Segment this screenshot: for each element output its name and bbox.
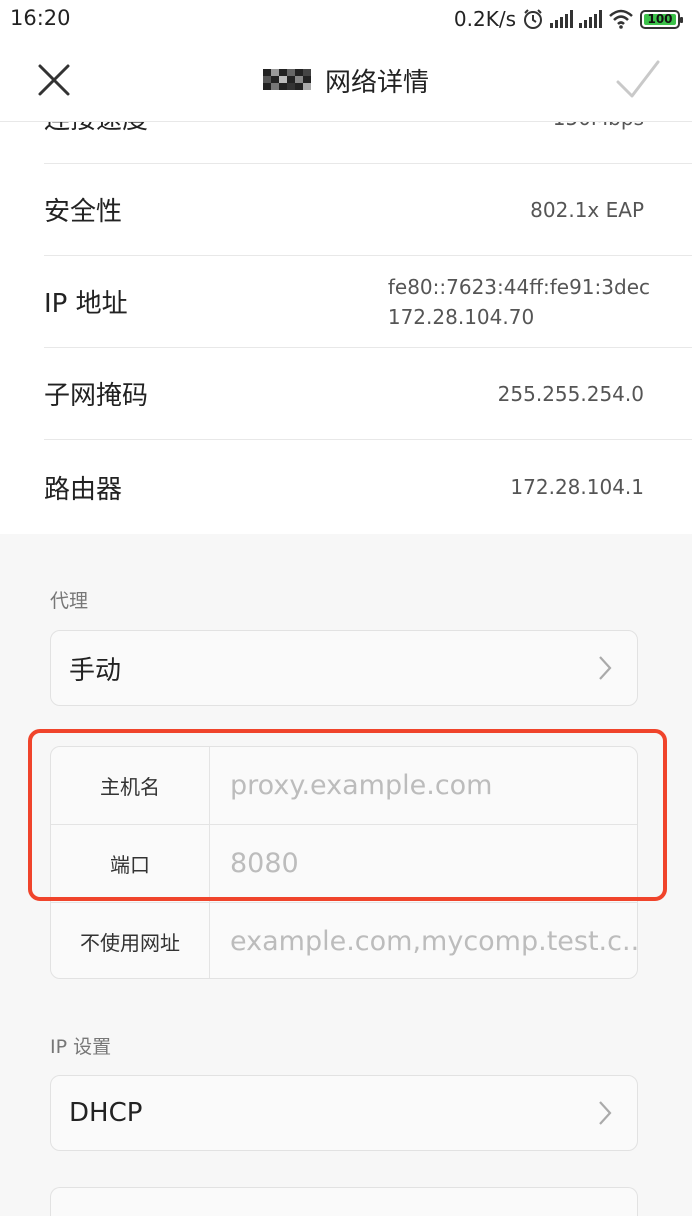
title-bar: 网络详情 (0, 38, 692, 122)
network-speed: 0.2K/s (453, 7, 516, 31)
battery-icon: 100 (640, 9, 683, 29)
detail-value: 802.1x EAP (530, 197, 644, 222)
detail-label: 路由器 (44, 474, 123, 505)
detail-row-subnet-mask: 子网掩码 255.255.254.0 (44, 348, 692, 440)
proxy-hostname-input[interactable]: proxy.example.com (210, 747, 637, 824)
check-icon[interactable] (610, 52, 666, 108)
detail-label: 子网掩码 (44, 381, 149, 411)
detail-row-router: 路由器 172.28.104.1 (44, 440, 692, 534)
detail-value: 255.255.254.0 (497, 381, 644, 406)
proxy-port-input[interactable]: 8080 (210, 825, 637, 902)
alarm-icon (524, 9, 542, 29)
proxy-section-label: 代理 (50, 590, 89, 612)
ip-settings-select[interactable]: DHCP (50, 1075, 638, 1151)
proxy-bypass-label: 不使用网址 (51, 903, 210, 978)
proxy-hostname-row: 主机名 proxy.example.com (51, 747, 637, 824)
detail-value-ipv4: 172.28.104.70 (387, 304, 535, 329)
signal-icon (579, 10, 602, 28)
proxy-port-row: 端口 8080 (51, 825, 637, 902)
detail-value-group: fe80::7623:44ff:fe91:3dec 172.28.104.70 (388, 272, 650, 332)
detail-label: 安全性 (44, 197, 123, 227)
network-name-redacted (262, 69, 311, 91)
signal-icon (550, 10, 573, 28)
detail-row-security: 安全性 802.1x EAP (44, 164, 692, 256)
detail-value: 172.28.104.1 (510, 475, 644, 499)
ip-settings-section-label: IP 设置 (50, 1036, 112, 1058)
proxy-port-label: 端口 (51, 825, 210, 902)
proxy-mode-value: 手动 (69, 655, 122, 686)
proxy-fields-card: 主机名 proxy.example.com 端口 8080 不使用网址 exam… (50, 746, 638, 979)
chevron-right-icon (599, 1101, 612, 1125)
status-icons: 0.2K/s 100 (453, 6, 683, 32)
proxy-hostname-label: 主机名 (51, 747, 210, 824)
ip-settings-value: DHCP (69, 1098, 143, 1128)
detail-value-ipv6: fe80::7623:44ff:fe91:3dec (387, 274, 650, 299)
proxy-bypass-row: 不使用网址 example.com,mycomp.test.c... (51, 903, 637, 978)
page-title-group: 网络详情 (0, 38, 692, 122)
network-details-list: 连接速度 150Mbps 安全性 802.1x EAP IP 地址 fe80::… (0, 122, 692, 534)
status-time: 16:20 (10, 6, 71, 30)
wifi-icon (609, 9, 633, 29)
chevron-right-icon (599, 656, 612, 680)
detail-value: 150Mbps (553, 122, 644, 133)
proxy-mode-select[interactable]: 手动 (50, 630, 638, 706)
detail-label: IP 地址 (44, 289, 128, 319)
page-title: 网络详情 (324, 67, 429, 98)
detail-row-link-speed: 连接速度 150Mbps (44, 122, 692, 164)
detail-label: 连接速度 (44, 122, 148, 136)
proxy-bypass-input[interactable]: example.com,mycomp.test.c... (210, 903, 637, 978)
detail-row-ip-address: IP 地址 fe80::7623:44ff:fe91:3dec 172.28.1… (44, 256, 692, 348)
status-bar: 16:20 0.2K/s 100 (0, 0, 692, 38)
battery-level: 100 (647, 12, 673, 26)
next-settings-card[interactable] (50, 1187, 638, 1216)
